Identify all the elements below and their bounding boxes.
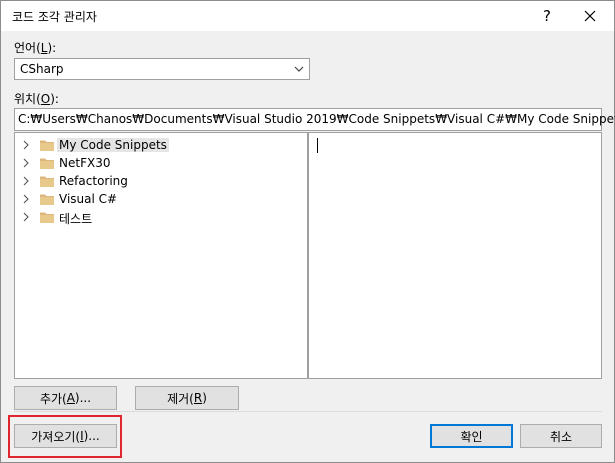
code-snippets-manager-dialog: 코드 조각 관리자 ? 언어(L): CSharp 위치(O): C:₩User… xyxy=(0,0,615,463)
tree-item-test[interactable]: 테스트 xyxy=(15,208,305,226)
close-button[interactable] xyxy=(567,3,613,29)
folder-icon xyxy=(40,158,54,169)
ok-button[interactable]: 확인 xyxy=(430,424,513,448)
folder-icon xyxy=(40,212,54,223)
chevron-down-icon xyxy=(294,66,304,72)
tree-item-label: My Code Snippets xyxy=(57,138,169,152)
folder-icon xyxy=(40,140,54,151)
language-label: 언어(L): xyxy=(14,41,57,55)
divider xyxy=(14,411,602,412)
chevron-right-icon[interactable] xyxy=(22,212,30,222)
folder-icon xyxy=(40,194,54,205)
location-path-field[interactable]: C:₩Users₩Chanos₩Documents₩Visual Studio … xyxy=(14,108,615,131)
import-button[interactable]: 가져오기(I)... xyxy=(14,424,117,448)
tree-item-netfx30[interactable]: NetFX30 xyxy=(15,154,305,172)
tree-item-visual-csharp[interactable]: Visual C# xyxy=(15,190,305,208)
tree-item-my-code-snippets[interactable]: My Code Snippets xyxy=(15,136,305,154)
tree-item-refactoring[interactable]: Refactoring xyxy=(15,172,305,190)
cancel-button[interactable]: 취소 xyxy=(520,424,602,448)
chevron-right-icon[interactable] xyxy=(22,176,30,186)
help-button[interactable]: ? xyxy=(527,3,567,29)
folder-icon xyxy=(40,176,54,187)
language-selected-value: CSharp xyxy=(20,62,64,76)
tree-item-label: NetFX30 xyxy=(59,156,111,170)
chevron-right-icon[interactable] xyxy=(22,158,30,168)
title-bar: 코드 조각 관리자 ? xyxy=(1,1,614,31)
chevron-right-icon[interactable] xyxy=(22,140,30,150)
tree-item-label: Refactoring xyxy=(59,174,128,188)
language-select[interactable]: CSharp xyxy=(14,58,310,80)
remove-button[interactable]: 제거(R) xyxy=(135,386,239,410)
window-title: 코드 조각 관리자 xyxy=(12,10,97,24)
add-button[interactable]: 추가(A)... xyxy=(14,386,117,410)
tree-item-label: 테스트 xyxy=(59,212,93,226)
location-path-value: C:₩Users₩Chanos₩Documents₩Visual Studio … xyxy=(18,112,615,126)
text-caret xyxy=(317,138,318,153)
snippet-folder-tree[interactable]: My Code Snippets NetFX30 Refactoring Vis… xyxy=(14,132,308,379)
close-icon xyxy=(584,10,596,22)
chevron-right-icon[interactable] xyxy=(22,194,30,204)
snippet-description-pane[interactable] xyxy=(308,132,602,379)
location-label: 위치(O): xyxy=(14,92,59,106)
help-icon: ? xyxy=(543,7,551,25)
tree-item-label: Visual C# xyxy=(59,192,118,206)
